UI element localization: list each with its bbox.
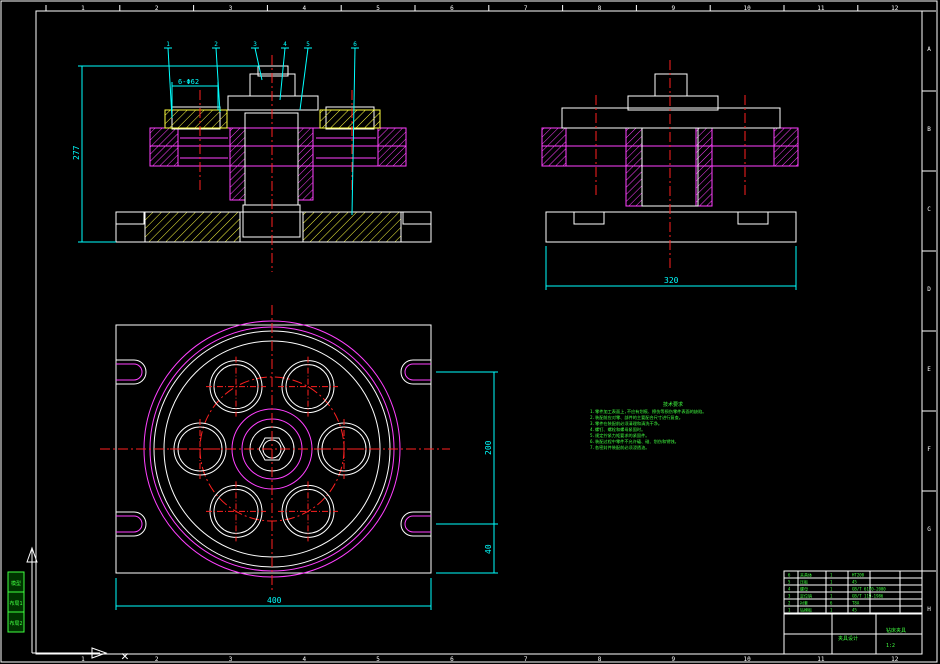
parts-cell: 1 — [788, 608, 791, 613]
grid-col-label: 8 — [598, 656, 602, 663]
grid-col-label: 11 — [817, 656, 825, 663]
title-block: 6 夹具体 1 HT200 5 压板 1 45 4 螺母 1 GB/T 6170-2000 3 定位销 1 G… — [783, 570, 923, 655]
grid-row-label: E — [927, 366, 931, 373]
scale: 1:2 — [886, 643, 895, 649]
note-line: 5.规定拧紧力矩要求的紧固件。 — [590, 432, 649, 439]
technical-notes: 技术要求 1.零件加工表面上,不应有划痕、擦伤等损伤零件表面的缺陷。2.装配前应… — [590, 401, 706, 451]
sheet-border — [0, 0, 938, 663]
note-line: 7.各密封件装配前必须浸透油。 — [590, 444, 649, 451]
grid-right: A B C D E F G H — [922, 10, 936, 613]
grid-row-label: C — [927, 206, 931, 213]
note-line: 1.零件加工表面上,不应有划痕、擦伤等损伤零件表面的缺陷。 — [590, 408, 706, 415]
dim-edge-offset: 40 — [484, 544, 493, 554]
toolbar-tab[interactable]: 布局2 — [9, 620, 22, 627]
cad-drawing: 1 2 3 4 5 6 7 8 9 10 11 12 1 2 3 4 5 6 7 8 9 10 11 12 ABCDEFGH — [0, 0, 938, 664]
parts-cell: 45 — [852, 608, 857, 613]
front-section-view: 1 2 3 4 5 6 — [78, 41, 432, 272]
school-name: 夹具设计 — [838, 635, 858, 642]
balloon-label: 5 — [306, 41, 310, 48]
drawing-name: 钻床夹具 — [886, 627, 906, 634]
grid-col-label: 1 — [81, 5, 85, 12]
grid-col-label: 7 — [524, 5, 528, 12]
parts-cell: 5 — [788, 580, 791, 585]
toolbar-tab[interactable]: 模型 — [11, 580, 21, 587]
note-line: 6.装配过程中零件不允许磕、碰、划伤和锈蚀。 — [590, 438, 679, 445]
parts-cell: 3 — [788, 594, 791, 599]
dim-height: 277 — [72, 145, 81, 160]
parts-cell: 2 — [788, 601, 791, 606]
parts-cell: 1 — [830, 594, 833, 599]
grid-col-label: 3 — [229, 656, 233, 663]
grid-row-label: B — [927, 126, 931, 133]
grid-col-label: 5 — [376, 656, 380, 663]
drawing-frame — [35, 10, 923, 655]
balloon-label: 2 — [214, 41, 218, 48]
plan-view — [100, 305, 498, 610]
parts-cell: 45 — [852, 580, 857, 585]
parts-cell: 4 — [788, 587, 791, 592]
grid-row-label: D — [927, 286, 931, 293]
parts-cell: 1 — [830, 580, 833, 585]
grid-row-label: H — [927, 606, 931, 613]
grid-col-label: 4 — [302, 5, 306, 12]
grid-col-label: 1 — [81, 656, 85, 663]
side-toolbar[interactable]: 模型布局1 布局2 — [7, 571, 25, 633]
grid-col-label: 9 — [671, 656, 675, 663]
balloon-label: 3 — [253, 41, 257, 48]
grid-col-label: 6 — [450, 656, 454, 663]
toolbar-tab[interactable]: 布局1 — [9, 600, 22, 607]
svg-text:✕: ✕ — [121, 649, 129, 664]
dim-plan-width: 400 — [267, 596, 282, 605]
grid-col-label: 2 — [155, 5, 159, 12]
parts-cell: 1 — [830, 608, 833, 613]
balloon-label: 6 — [353, 41, 357, 48]
parts-cell: 6 — [830, 601, 833, 606]
dim-side-width: 320 — [664, 276, 679, 285]
dim-slot-spacing: 200 — [484, 440, 493, 455]
grid-col-label: 4 — [302, 656, 306, 663]
grid-row-label: G — [927, 526, 931, 533]
grid-col-label: 10 — [743, 5, 751, 12]
parts-cell: GB/T 119-1986 — [852, 594, 884, 599]
grid-col-label: 5 — [376, 5, 380, 12]
grid-col-label: 3 — [229, 5, 233, 12]
note-line: 4.螺钉、螺栓和螺母紧固时。 — [590, 426, 645, 433]
notes-title: 技术要求 — [663, 401, 683, 408]
grid-col-label: 6 — [450, 5, 454, 12]
grid-col-label: 12 — [891, 5, 899, 12]
parts-cell: 1 — [830, 573, 833, 578]
parts-cell: GB/T 6170-2000 — [852, 587, 886, 592]
ucs-icon: ✕ — [26, 546, 129, 664]
parts-cell: HT200 — [852, 573, 865, 578]
grid-col-label: 8 — [598, 5, 602, 12]
balloon-label: 1 — [166, 41, 170, 48]
balloon-label: 4 — [283, 41, 287, 48]
grid-row-label: F — [927, 446, 931, 453]
note-line: 3.零件在装配前必须清理和清洗干净。 — [590, 420, 662, 427]
parts-cell: 6 — [788, 573, 791, 578]
side-view — [541, 60, 799, 290]
parts-cell: 钻模板 — [800, 607, 812, 613]
parts-cell: 螺母 — [800, 586, 808, 592]
parts-cell: 1 — [830, 587, 833, 592]
parts-cell: 夹具体 — [800, 572, 812, 578]
parts-cell: 衬套 — [800, 600, 808, 606]
parts-cell: 定位销 — [800, 593, 812, 599]
grid-col-label: 10 — [743, 656, 751, 663]
parts-cell: 压板 — [800, 579, 808, 585]
note-line: 2.装配前应对零、部件的主要配合尺寸进行复查。 — [590, 414, 683, 421]
grid-col-label: 9 — [671, 5, 675, 12]
dim-bolt-circle: 6-Φ62 — [178, 78, 199, 86]
grid-col-label: 2 — [155, 656, 159, 663]
grid-col-label: 7 — [524, 656, 528, 663]
grid-row-label: A — [927, 46, 931, 53]
grid-col-label: 12 — [891, 656, 899, 663]
grid-col-label: 11 — [817, 5, 825, 12]
parts-cell: T8A — [852, 601, 860, 606]
